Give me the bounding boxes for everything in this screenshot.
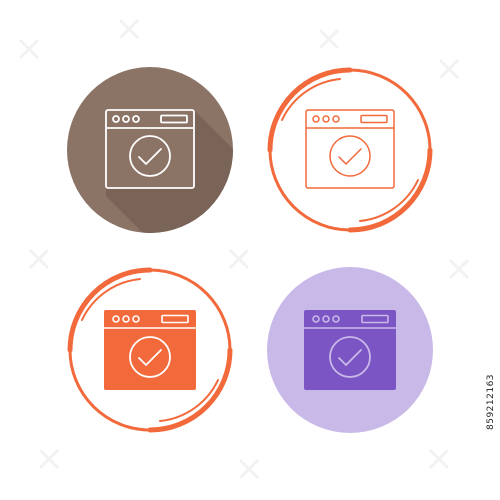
ring-icon [267,67,433,233]
check-icon [329,135,371,177]
browser-window-icon [104,310,196,390]
browser-check-icon-brown-flat [67,67,233,233]
browser-window-icon [304,310,396,390]
stock-id-text: 859212163 [486,373,496,430]
browser-check-icon-filled-ring [67,267,233,433]
browser-check-icon-purple-flat [267,267,433,433]
icon-set-canvas [18,18,470,480]
browser-check-icon-outline-ring [267,67,433,233]
